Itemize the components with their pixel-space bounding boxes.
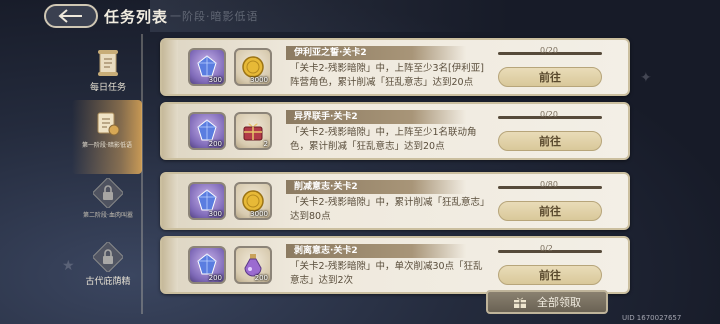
claim-gift-icon bbox=[514, 297, 526, 308]
go-button[interactable]: 前往 bbox=[498, 265, 602, 285]
go-button[interactable]: 前往 bbox=[498, 201, 602, 221]
reward-crystal[interactable]: 300 bbox=[188, 182, 226, 220]
reward-count: 200 bbox=[254, 274, 268, 282]
reward-count: 2 bbox=[263, 140, 268, 148]
task-description: 「关卡2-残影暗隙」中，上阵至少3名[伊利亚]阵营角色，累计削减「狂乱意志」达到… bbox=[290, 63, 484, 88]
back-button[interactable] bbox=[44, 4, 98, 28]
lock-icon bbox=[93, 242, 123, 272]
card-edge bbox=[162, 238, 178, 292]
reward-count: 3000 bbox=[250, 76, 268, 84]
quest-scroll-icon bbox=[92, 108, 122, 138]
sidebar-divider bbox=[141, 34, 143, 314]
task-description: 「关卡2-残影暗隙」中，累计削减「狂乱意志」达到80点 bbox=[290, 197, 490, 222]
sidebar-item-stage-one[interactable]: 第一阶段·暗影低语 bbox=[72, 100, 142, 174]
progress-text: 0/20 bbox=[540, 46, 558, 55]
stage-banner: 一阶段·暗影低语 bbox=[150, 0, 510, 32]
reward-count: 3000 bbox=[250, 210, 268, 218]
back-arrow-icon bbox=[58, 9, 82, 23]
star-decoration-icon: ★ bbox=[62, 258, 75, 274]
gift-pack-icon bbox=[243, 123, 263, 141]
lock-icon bbox=[93, 178, 123, 208]
reward-count: 200 bbox=[208, 140, 222, 148]
screen: { "header": {"title": "任务列表", "stage_ban… bbox=[0, 0, 720, 324]
reward-gift[interactable]: 2 bbox=[234, 112, 272, 150]
reward-potion[interactable]: 200 bbox=[234, 246, 272, 284]
reward-crystal[interactable]: 200 bbox=[188, 112, 226, 150]
uid-label: UID 1670027657 bbox=[622, 314, 682, 322]
claim-all-label: 全部领取 bbox=[537, 296, 581, 309]
reward-count: 200 bbox=[208, 274, 222, 282]
task-card: 200 2 异界联手·关卡2 「关卡2-残影暗隙」中，上阵至少1名联动角色，累计… bbox=[160, 102, 630, 160]
sidebar-item-label: 第一阶段·暗影低语 bbox=[82, 142, 132, 149]
card-edge bbox=[162, 40, 178, 94]
page-title: 任务列表 bbox=[104, 8, 169, 26]
reward-crystal[interactable]: 300 bbox=[188, 48, 226, 86]
task-card: 200 200 剥离意志·关卡2 「关卡2-残影暗隙」中，单次削减30点「狂乱意… bbox=[160, 236, 630, 294]
task-card: 300 3000 伊利亚之誓·关卡2 「关卡2-残影暗隙」中，上阵至少3名[伊利… bbox=[160, 38, 630, 96]
card-edge bbox=[162, 104, 178, 158]
progress-text: 0/2 bbox=[540, 244, 553, 253]
card-edge bbox=[162, 174, 178, 228]
reward-crystal[interactable]: 200 bbox=[188, 246, 226, 284]
reward-count: 300 bbox=[208, 210, 222, 218]
sidebar-item-daily-tasks[interactable]: 每日任务 bbox=[78, 48, 138, 93]
task-description: 「关卡2-残影暗隙」中，单次削减30点「狂乱意志」达到2次 bbox=[290, 261, 483, 286]
reward-gold[interactable]: 3000 bbox=[234, 182, 272, 220]
reward-count: 300 bbox=[208, 76, 222, 84]
progress-text: 0/80 bbox=[540, 180, 558, 189]
task-name: 异界联手·关卡2 bbox=[286, 110, 466, 124]
task-description: 「关卡2-残影暗隙」中，上阵至少1名联动角色，累计削减「狂乱意志」达到20点 bbox=[290, 127, 477, 152]
go-button[interactable]: 前往 bbox=[498, 67, 602, 87]
claim-all-button[interactable]: 全部领取 bbox=[486, 290, 608, 314]
task-name: 削减意志·关卡2 bbox=[286, 180, 466, 194]
sidebar-item-label: 每日任务 bbox=[89, 83, 126, 93]
task-name: 剥离意志·关卡2 bbox=[286, 244, 466, 258]
sidebar-item-label: 古代庇荫精 bbox=[85, 277, 131, 287]
task-name: 伊利亚之誓·关卡2 bbox=[286, 46, 466, 60]
go-button[interactable]: 前往 bbox=[498, 131, 602, 151]
progress-text: 0/20 bbox=[540, 110, 558, 119]
stage-banner-text: 一阶段·暗影低语 bbox=[170, 10, 259, 23]
sidebar-item-stage-two[interactable]: 第二阶段·血肉叫嚣 bbox=[78, 178, 138, 219]
sidebar-item-label: 第二阶段·血肉叫嚣 bbox=[83, 212, 133, 219]
task-card: 300 3000 削减意志·关卡2 「关卡2-残影暗隙」中，累计削减「狂乱意志」… bbox=[160, 172, 630, 230]
reward-gold[interactable]: 3000 bbox=[234, 48, 272, 86]
sidebar-item-ancient[interactable]: 古代庇荫精 bbox=[78, 242, 138, 287]
star-decoration-icon: ✦ bbox=[640, 70, 652, 86]
scroll-icon bbox=[93, 48, 123, 78]
